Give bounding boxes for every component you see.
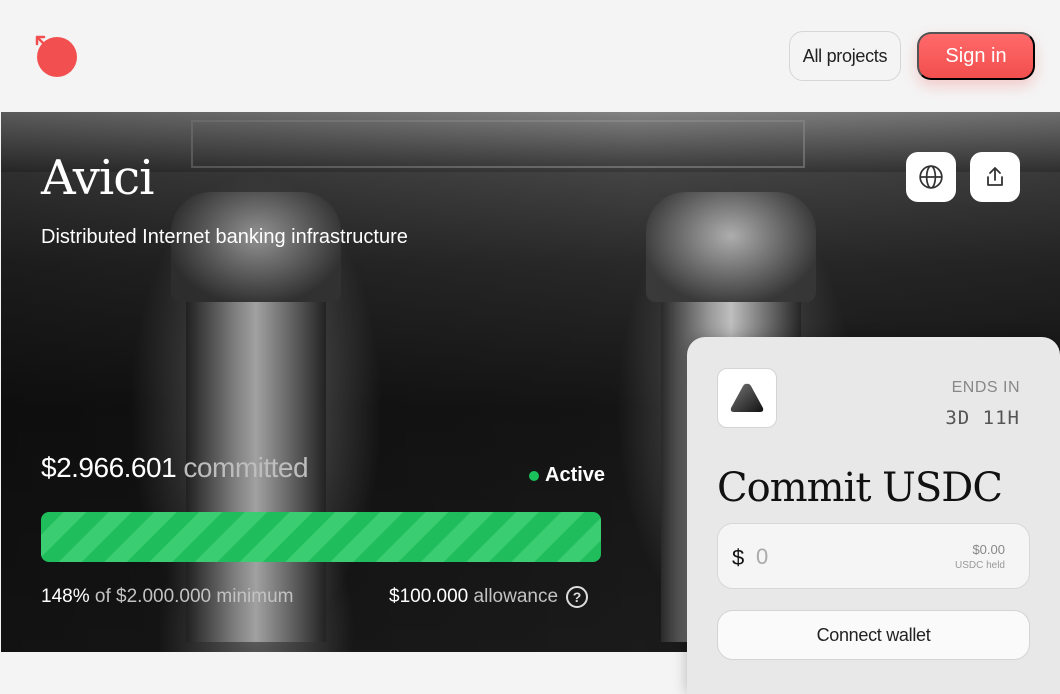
commit-title: Commit USDC bbox=[717, 465, 1003, 511]
amount-field[interactable]: $ $0.00 USDC held bbox=[717, 523, 1030, 589]
ends-in-label: ENDS IN bbox=[951, 379, 1020, 396]
question-circle-icon[interactable]: ? bbox=[566, 586, 589, 608]
connect-wallet-button[interactable]: Connect wallet bbox=[717, 610, 1030, 660]
all-projects-button[interactable]: All projects bbox=[789, 31, 901, 81]
website-button[interactable] bbox=[906, 152, 956, 202]
allowance-label: allowance bbox=[473, 586, 559, 607]
status-label: Active bbox=[545, 464, 606, 486]
committed-label: committed bbox=[183, 452, 309, 483]
minimum-stat: 148% of $2.000.000 minimum bbox=[41, 586, 293, 608]
currency-symbol: $ bbox=[732, 545, 745, 570]
committed-summary: $2.966.601 committed bbox=[41, 452, 309, 484]
amount-input[interactable] bbox=[756, 542, 906, 572]
minimum-label: minimum bbox=[216, 586, 294, 607]
ends-in-value: 3D 11H bbox=[945, 407, 1020, 429]
share-icon bbox=[987, 167, 1003, 186]
allowance-amount: $100.000 bbox=[389, 586, 469, 607]
percent-value: 148% bbox=[41, 586, 90, 607]
top-nav-bar: All projects Sign in bbox=[0, 0, 1060, 112]
project-subtitle: Distributed Internet banking infrastruct… bbox=[41, 226, 408, 248]
commit-progress-bar bbox=[41, 512, 601, 562]
logo-icon[interactable] bbox=[32, 32, 80, 80]
globe-icon bbox=[919, 165, 943, 189]
of-label: of bbox=[94, 586, 111, 607]
share-button[interactable] bbox=[970, 152, 1020, 202]
allowance-stat: $100.000 allowance ? bbox=[389, 586, 589, 608]
commit-card: ENDS IN 3D 11H Commit USDC $ $0.00 USDC … bbox=[687, 337, 1060, 694]
sign-in-button[interactable]: Sign in bbox=[917, 32, 1035, 80]
committed-amount: $2.966.601 bbox=[41, 452, 177, 483]
avici-token-icon bbox=[717, 368, 777, 428]
status-dot-icon bbox=[529, 470, 539, 481]
usdc-held-value: $0.00 bbox=[972, 542, 1005, 557]
status-badge: Active bbox=[529, 464, 605, 487]
usdc-held-label: USDC held bbox=[954, 560, 1005, 571]
project-title: Avici bbox=[41, 150, 154, 206]
minimum-amount: $2.000.000 bbox=[116, 586, 212, 607]
